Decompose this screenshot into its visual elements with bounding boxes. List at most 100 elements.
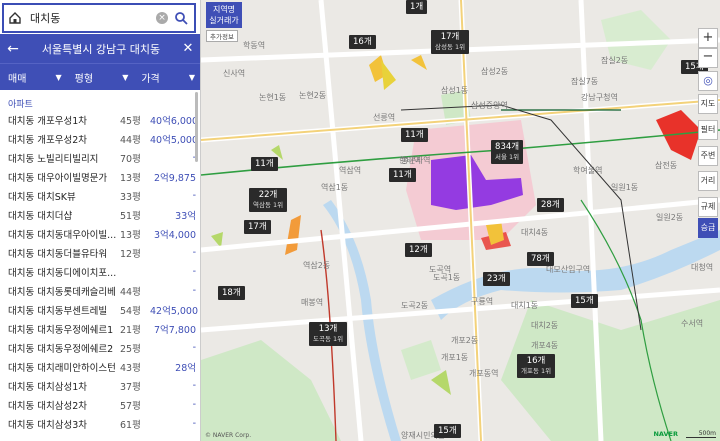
filter-button[interactable]: 필터 — [698, 120, 718, 140]
list-item[interactable]: 대치동 대치래미안하이스턴 43평 28억 — [0, 357, 200, 376]
list-item[interactable]: 대치동 대치동부센트레빌 54평 42억5,000 — [0, 300, 200, 319]
apartment-price: 33억 — [175, 210, 196, 222]
apartment-name: 대치동 대치동디에이치포... — [8, 267, 117, 279]
list-item[interactable]: 대치동 대우아이빌명문가 13평 2억9,875 — [0, 167, 200, 186]
listing-count-marker[interactable]: 11개 — [389, 168, 416, 182]
list-item[interactable]: 대치동 대치동더블유타워 12평 - — [0, 243, 200, 262]
marker-count: 11개 — [393, 170, 412, 180]
list-item[interactable]: 대치동 대치더샵 51평 33억 — [0, 205, 200, 224]
listing-count-marker[interactable]: 17개 — [244, 220, 271, 234]
map-place-label: 개포1동 — [441, 353, 469, 362]
list-item[interactable]: 대치동 대치동대우아이빌... 13평 3억4,000 — [0, 224, 200, 243]
extra-info-toggle[interactable]: 추가정보 — [206, 30, 238, 42]
apartment-area: 51평 — [120, 210, 141, 222]
distance-button[interactable]: 거리 — [698, 171, 718, 191]
marker-count: 1개 — [410, 2, 424, 12]
region-price-toggle[interactable]: 지역명 실거래가 — [206, 2, 242, 28]
listing-count-marker[interactable]: 11개 — [401, 128, 428, 142]
listing-count-marker[interactable]: 23개 — [483, 272, 510, 286]
map-place-label: 역삼2동 — [303, 261, 331, 270]
list-item[interactable]: 대치동 대치삼성3차 61평 - — [0, 414, 200, 433]
marker-count: 11개 — [405, 130, 424, 140]
left-panel: 대치동 × ← 서울특별시 강남구 대치동 ✕ 매매 ▼ 평형 ▼ 가격 ▼ 아파트 … — [0, 0, 201, 441]
apartment-name: 대치동 대치삼성1차 — [8, 381, 87, 393]
marker-count: 22개 — [258, 190, 278, 200]
list-item[interactable]: 대치동 대치삼성1차 37평 - — [0, 376, 200, 395]
marker-count: 12개 — [409, 245, 428, 255]
apartment-area: 21평 — [120, 324, 141, 336]
apartment-price: - — [192, 285, 196, 296]
filter-deal-type[interactable]: 매매 ▼ — [0, 70, 67, 85]
list-item[interactable]: 대치동 개포우성1차 45평 40억6,000 — [0, 110, 200, 129]
apartment-name: 대치동 대치동대우아이빌... — [8, 229, 117, 241]
list-item[interactable]: 대치동 대치동롯데캐슬리베 44평 - — [0, 281, 200, 300]
marker-count: 16개 — [526, 356, 546, 366]
map-place-label: 개포동역 — [469, 369, 499, 378]
listing-count-marker[interactable]: 12개 — [405, 243, 432, 257]
map-place-label: 학여울역 — [573, 166, 603, 175]
nearby-button[interactable]: 주변 — [698, 146, 718, 166]
map-place-label: 도곡2동 — [401, 301, 429, 310]
apartment-area: 45평 — [120, 115, 141, 127]
upgrade-button[interactable]: 승급 — [698, 218, 718, 238]
marker-rank: 도곡동 1위 — [313, 335, 344, 343]
listing-count-marker[interactable]: 28개 — [537, 198, 564, 212]
search-bar[interactable]: 대치동 × — [2, 3, 196, 33]
home-icon[interactable] — [4, 7, 26, 29]
regulation-button[interactable]: 규제 — [698, 197, 718, 217]
listing-count-marker[interactable]: 78개 — [527, 252, 554, 266]
marker-count: 15개 — [438, 426, 457, 436]
list-item[interactable]: 대치동 대치동디에이치포... - — [0, 262, 200, 281]
apartment-price: - — [150, 152, 196, 163]
listing-count-marker[interactable]: 16개 개포동 1위 — [517, 354, 556, 378]
list-item[interactable]: 대치동 대치동우정에쉐르1 21평 7억7,800 — [0, 319, 200, 338]
listing-count-marker[interactable]: 15개 — [434, 424, 461, 438]
map-place-label: 신사역 — [223, 69, 246, 78]
zoom-in-button[interactable]: + — [698, 28, 718, 48]
map-type-button[interactable]: 지도 — [698, 94, 718, 114]
scrollbar[interactable] — [195, 92, 198, 162]
list-item[interactable]: 대치동 대치삼성2차 57평 - — [0, 395, 200, 414]
marker-rank: 개포동 1위 — [521, 367, 552, 375]
listing-count-marker[interactable]: 834개 서울 1위 — [491, 140, 524, 164]
close-icon[interactable]: ✕ — [176, 41, 200, 56]
apartment-price: - — [192, 418, 196, 429]
back-arrow-icon[interactable]: ← — [0, 41, 26, 57]
marker-count: 11개 — [255, 159, 274, 169]
listing-count-marker[interactable]: 17개 삼성동 1위 — [431, 30, 470, 54]
map-view[interactable]: 학동역 논현1동 논현2동 삼성1동 삼성2동 선릉역 삼성중앙역 봉은사역 역삼1동 역삼2동 대… — [201, 0, 720, 441]
listing-count-marker[interactable]: 13개 도곡동 1위 — [309, 322, 348, 346]
listing-count-marker[interactable]: 22개 역삼동 1위 — [249, 188, 288, 212]
listing-count-marker[interactable]: 1개 — [406, 0, 428, 14]
apartment-area: 43평 — [120, 362, 141, 374]
apartment-area: 37평 — [120, 381, 141, 393]
apartment-price: - — [192, 380, 196, 391]
list-item[interactable]: 대치동 대치SK뷰 33평 - — [0, 186, 200, 205]
filter-area[interactable]: 평형 ▼ — [67, 70, 134, 85]
apartment-area: 33평 — [120, 191, 141, 203]
locate-icon[interactable]: ◎ — [698, 71, 718, 91]
map-place-label: 학동역 — [243, 41, 266, 50]
apartment-area: 12평 — [120, 248, 141, 260]
list-item[interactable]: 대치동 노빌리티빌리지 70평- — [0, 148, 200, 167]
map-place-label: 개포4동 — [531, 341, 559, 350]
listing-count-marker[interactable]: 15개 — [571, 294, 598, 308]
marker-count: 78개 — [531, 254, 550, 264]
list-item[interactable]: 대치동 개포우성2차 44평 40억5,000 — [0, 129, 200, 148]
clear-icon[interactable]: × — [156, 12, 168, 24]
apartment-name: 대치동 개포우성2차 — [8, 134, 87, 146]
search-input[interactable]: 대치동 — [26, 10, 156, 26]
list-item[interactable]: 대치동 대치동우정에쉐르2 25평 - — [0, 338, 200, 357]
chevron-down-icon: ▼ — [55, 72, 62, 82]
search-icon[interactable] — [174, 10, 190, 26]
listing-count-marker[interactable]: 11개 — [251, 157, 278, 171]
map-place-label: 개포2동 — [451, 336, 479, 345]
map-place-label: 잠실2동 — [601, 56, 629, 65]
listing-count-marker[interactable]: 16개 — [349, 35, 376, 49]
listing-count-marker[interactable]: 18개 — [218, 286, 245, 300]
filter-price[interactable]: 가격 ▼ — [133, 70, 200, 85]
zoom-out-button[interactable]: − — [698, 48, 718, 68]
map-place-label: 대치1동 — [511, 301, 539, 310]
apartment-name: 대치동 대치삼성2차 — [8, 400, 87, 412]
marker-count: 17개 — [248, 222, 267, 232]
